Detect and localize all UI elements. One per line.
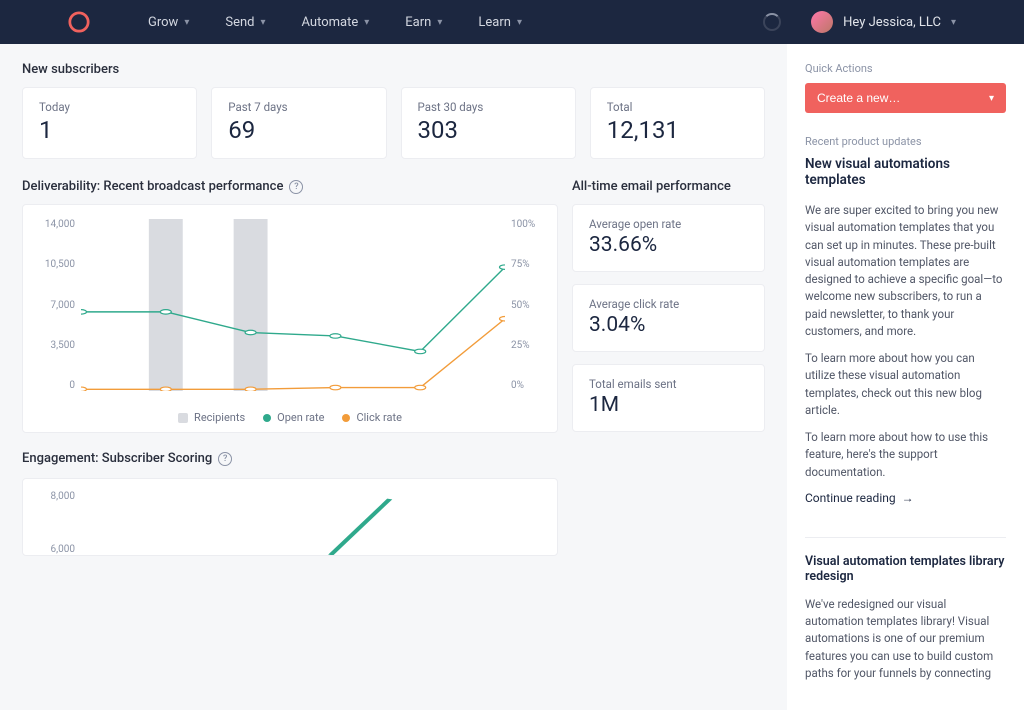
alltime-heading: All-time email performance [572,179,765,194]
deliverability-chart: 14,00010,5007,0003,5000 100%75%50%25%0% … [22,204,558,433]
update-title: Visual automation templates library rede… [805,554,1006,584]
create-new-button[interactable]: Create a new… ▾ [805,83,1006,113]
kpi-card: Total 12,131 [590,87,765,159]
engagement-heading: Engagement: Subscriber Scoring ? [22,451,558,466]
nav-item-grow[interactable]: Grow▾ [130,15,207,30]
nav-item-automate[interactable]: Automate▾ [284,15,388,30]
chevron-down-icon: ▾ [989,93,994,104]
chart-legend: Recipients Open rate Click rate [37,411,543,424]
help-icon[interactable]: ? [289,180,303,194]
kpi-label: Total [607,100,748,114]
perf-value: 3.04% [589,313,748,337]
chevron-down-icon: ▾ [364,17,369,28]
perf-label: Total emails sent [589,377,748,391]
update-paragraph: To learn more about how to use this feat… [805,429,1006,481]
chevron-down-icon: ▾ [517,17,522,28]
nav-item-learn[interactable]: Learn▾ [460,15,540,30]
kpi-value: 69 [228,116,369,144]
kpi-value: 303 [418,116,559,144]
perf-card: Total emails sent 1M [572,364,765,432]
perf-card: Average open rate 33.66% [572,204,765,272]
sidebar: Quick Actions Create a new… ▾ Recent pro… [787,44,1024,710]
arrow-right-icon: → [902,491,914,505]
account-menu[interactable]: Hey Jessica, LLC ▾ [811,11,956,33]
chevron-down-icon: ▾ [184,17,189,28]
perf-value: 1M [589,393,748,417]
update-paragraph: We've redesigned our visual automation t… [805,596,1006,682]
update-title: New visual automations templates [805,156,1006,188]
chevron-down-icon: ▾ [437,17,442,28]
brand-logo [68,11,90,33]
help-icon[interactable]: ? [218,452,232,466]
perf-card: Average click rate 3.04% [572,284,765,352]
nav-item-send[interactable]: Send▾ [207,15,283,30]
chevron-down-icon: ▾ [951,17,956,28]
deliverability-heading: Deliverability: Recent broadcast perform… [22,179,558,194]
kpi-value: 1 [39,116,180,144]
kpi-card: Past 7 days 69 [211,87,386,159]
perf-label: Average open rate [589,217,748,231]
quick-actions-heading: Quick Actions [805,62,1006,75]
kpi-label: Past 30 days [418,100,559,114]
loading-spinner-icon [763,13,781,31]
continue-reading-link[interactable]: Continue reading → [805,491,914,505]
update-paragraph: We are super excited to bring you new vi… [805,202,1006,340]
kpi-label: Today [39,100,180,114]
perf-value: 33.66% [589,233,748,257]
perf-label: Average click rate [589,297,748,311]
kpi-card: Past 30 days 303 [401,87,576,159]
kpi-card: Today 1 [22,87,197,159]
kpi-value: 12,131 [607,116,748,144]
kpi-label: Past 7 days [228,100,369,114]
engagement-chart: 8,0006,000 [22,478,558,556]
divider [805,537,1006,538]
updates-heading: Recent product updates [805,135,1006,148]
chevron-down-icon: ▾ [260,17,265,28]
subscribers-heading: New subscribers [22,62,765,77]
nav-item-earn[interactable]: Earn▾ [387,15,460,30]
avatar [811,11,833,33]
account-name: Hey Jessica, LLC [843,15,941,30]
update-paragraph: To learn more about how you can utilize … [805,350,1006,419]
top-nav: Grow▾Send▾Automate▾Earn▾Learn▾ Hey Jessi… [0,0,1024,44]
